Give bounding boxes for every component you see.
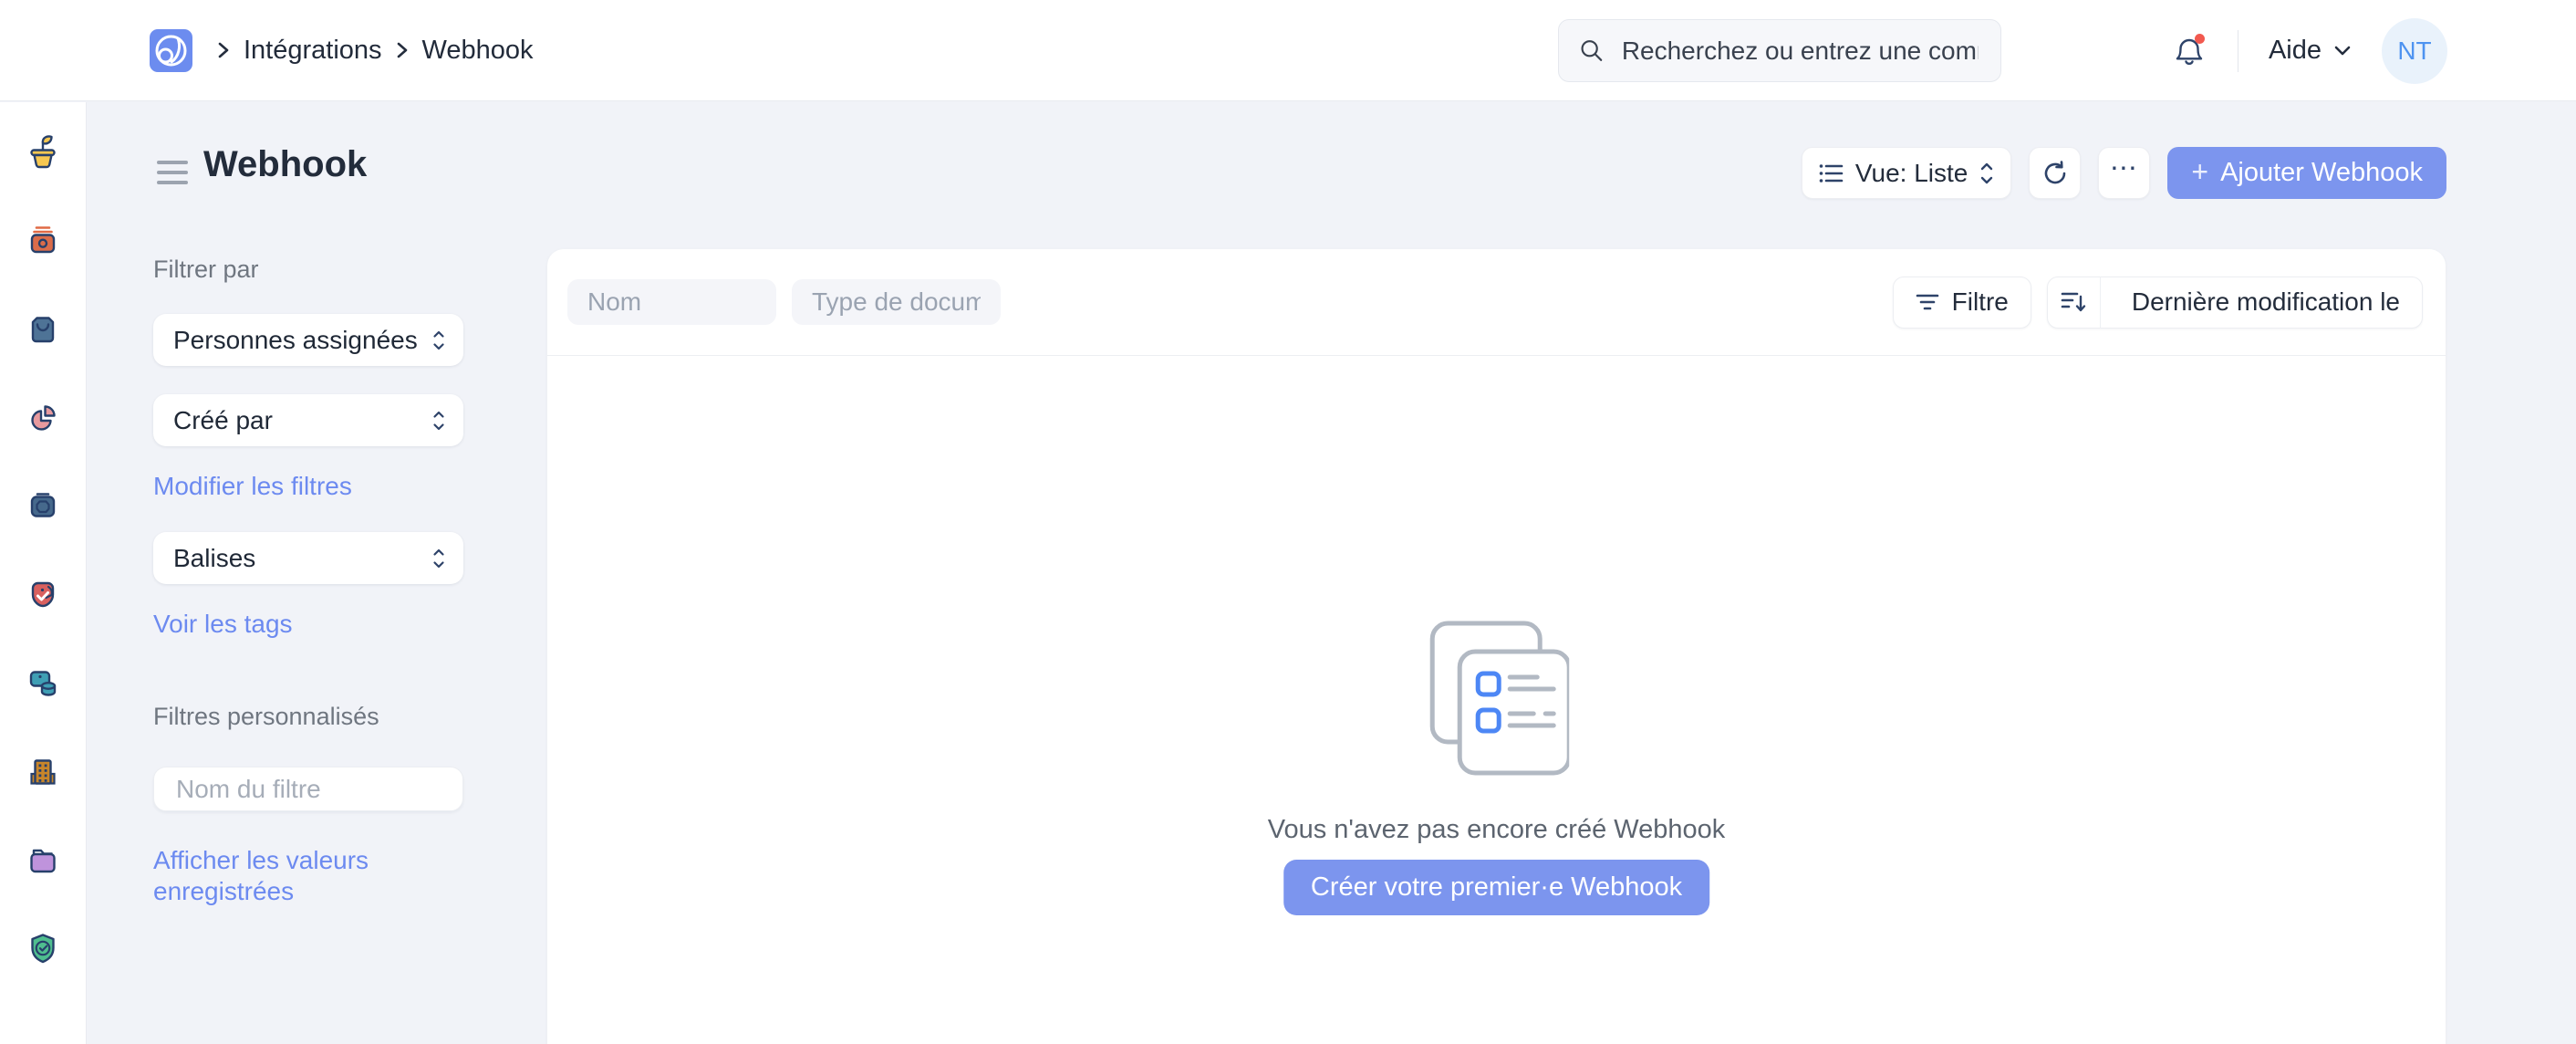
ellipsis-icon: ⋯ — [2110, 152, 2139, 184]
chevron-updown-icon — [1979, 161, 1994, 186]
empty-state: Vous n'avez pas encore créé Webhook Crée… — [1268, 619, 1726, 915]
menu-handle-icon[interactable] — [157, 161, 188, 184]
created-by-dropdown[interactable]: Créé par — [153, 394, 463, 446]
user-avatar[interactable]: NT — [2382, 18, 2447, 84]
search-icon — [1579, 37, 1605, 65]
name-filter-input[interactable] — [586, 287, 758, 318]
page-title: Webhook — [203, 144, 367, 185]
filter-button[interactable]: Filtre — [1893, 277, 2031, 329]
sidebar-wallet-icon[interactable] — [24, 221, 62, 259]
filter-name-input[interactable] — [174, 774, 442, 805]
chevron-updown-icon — [432, 547, 445, 570]
plus-icon: + — [2191, 155, 2208, 189]
sidebar-lunchbox-icon[interactable] — [24, 486, 62, 525]
more-actions-button[interactable]: ⋯ — [2098, 147, 2150, 199]
assignees-dropdown-label: Personnes assignées — [173, 326, 418, 355]
sort-button[interactable]: Dernière modification le — [2047, 277, 2423, 329]
sidebar-building-icon[interactable] — [24, 752, 62, 790]
avatar-initials: NT — [2397, 37, 2431, 66]
topbar-right-cluster: Aide NT — [2171, 0, 2447, 101]
custom-filters-label: Filtres personnalisés — [153, 703, 463, 731]
sort-descending-icon — [2061, 290, 2086, 314]
edit-filters-link[interactable]: Modifier les filtres — [153, 471, 463, 502]
filter-lines-icon — [1916, 292, 1939, 312]
sort-button-label: Dernière modification le — [2114, 287, 2422, 317]
chevron-updown-icon — [432, 329, 445, 352]
breadcrumb: Intégrations Webhook — [217, 36, 534, 66]
left-icon-rail — [0, 102, 87, 1044]
list-filter-row: Filtre Dernière modification le — [547, 249, 2446, 356]
app-logo[interactable] — [150, 29, 192, 72]
top-bar: Intégrations Webhook Aide — [0, 0, 2576, 101]
help-menu[interactable]: Aide — [2269, 36, 2352, 66]
view-selector-button[interactable]: Vue: Liste — [1802, 147, 2011, 199]
name-filter-field — [567, 279, 776, 325]
notifications-button[interactable] — [2171, 33, 2207, 69]
created-by-dropdown-label: Créé par — [173, 406, 273, 435]
add-webhook-label: Ajouter Webhook — [2220, 158, 2423, 188]
sidebar-hand-check-icon[interactable] — [24, 575, 62, 613]
see-tags-link[interactable]: Voir les tags — [153, 609, 463, 640]
page-toolbar: Vue: Liste ⋯ + Ajouter Webhook — [1802, 147, 2446, 199]
sidebar-shield-check-icon[interactable] — [24, 929, 62, 967]
doc-type-filter-field — [792, 279, 1001, 325]
filter-button-label: Filtre — [1952, 287, 2009, 317]
breadcrumb-webhook[interactable]: Webhook — [422, 36, 534, 66]
empty-state-title: Vous n'avez pas encore créé Webhook — [1268, 815, 1726, 845]
refresh-icon — [2041, 160, 2069, 187]
notification-dot — [2195, 34, 2205, 44]
search-input[interactable] — [1620, 36, 1980, 67]
filter-by-label: Filtrer par — [153, 256, 463, 284]
tags-dropdown-label: Balises — [173, 544, 255, 573]
chevron-updown-icon — [432, 409, 445, 433]
assignees-dropdown[interactable]: Personnes assignées — [153, 314, 463, 366]
sidebar-shopping-bag-icon[interactable] — [24, 309, 62, 348]
logo-glyph-icon — [150, 29, 192, 72]
filter-panel: Filtrer par Personnes assignées Créé par… — [153, 256, 463, 907]
filter-name-field — [153, 767, 463, 811]
list-view-icon — [1819, 162, 1844, 184]
breadcrumb-integrations[interactable]: Intégrations — [244, 36, 382, 66]
empty-documents-icon — [1423, 619, 1569, 778]
sidebar-plant-pot-icon[interactable] — [24, 132, 62, 171]
add-webhook-button[interactable]: + Ajouter Webhook — [2167, 147, 2446, 199]
sort-icon-cell — [2048, 277, 2101, 329]
sidebar-card-database-icon[interactable] — [24, 663, 62, 702]
create-first-webhook-button[interactable]: Créer votre premier·e Webhook — [1283, 860, 1709, 915]
sidebar-pie-chart-icon[interactable] — [24, 398, 62, 436]
view-selector-label: Vue: Liste — [1855, 159, 1968, 188]
doc-type-filter-input[interactable] — [810, 287, 982, 318]
sidebar-folder-icon[interactable] — [24, 840, 62, 879]
refresh-button[interactable] — [2029, 147, 2081, 199]
list-card: Filtre Dernière modification le — [547, 249, 2446, 1044]
help-label: Aide — [2269, 36, 2322, 66]
app-window: Intégrations Webhook Aide — [0, 0, 2576, 1044]
show-saved-values-link[interactable]: Afficher les valeurs enregistrées — [153, 845, 386, 907]
command-search[interactable] — [1558, 19, 2001, 82]
chevron-down-icon — [2333, 45, 2352, 57]
chevron-right-icon — [217, 40, 230, 60]
tags-dropdown[interactable]: Balises — [153, 532, 463, 584]
chevron-right-icon — [396, 40, 409, 60]
